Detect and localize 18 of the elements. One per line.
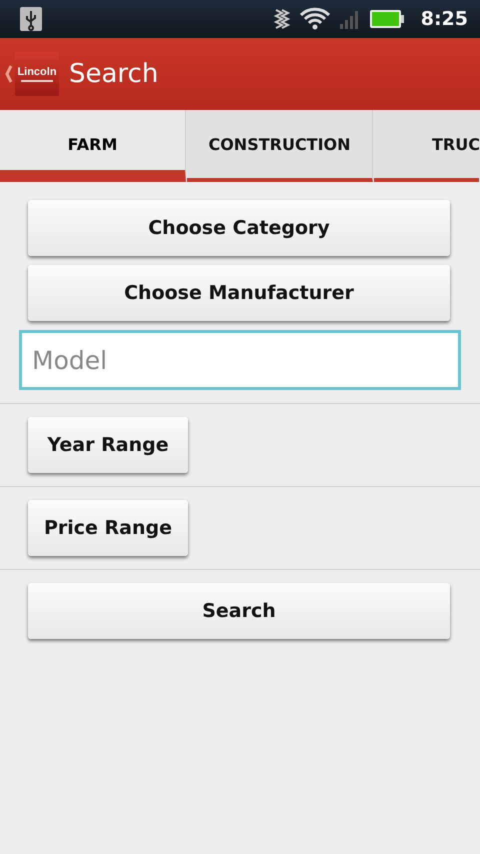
search-button[interactable]: Search [28,583,450,639]
year-range-button[interactable]: Year Range [28,417,188,473]
usb-icon [20,7,42,31]
tab[interactable]: CONSTRUCTION [187,110,373,182]
signal-icon [338,8,361,30]
category-button[interactable]: Choose Category [28,200,450,256]
data-icon [272,8,291,30]
tab[interactable]: FARM [0,110,186,182]
model-field[interactable]: Model [19,330,461,390]
wifi-icon [298,7,331,31]
manufacturer-button[interactable]: Choose Manufacturer [28,265,450,321]
app-logo[interactable]: Lincoln [15,52,59,96]
back-chevron-icon [5,65,13,83]
screen-title: Search [69,59,158,89]
battery-icon [368,9,405,29]
clock: 8:25 [420,8,468,30]
price-range-button[interactable]: Price Range [28,500,188,556]
tab[interactable]: TRUC [374,110,479,182]
